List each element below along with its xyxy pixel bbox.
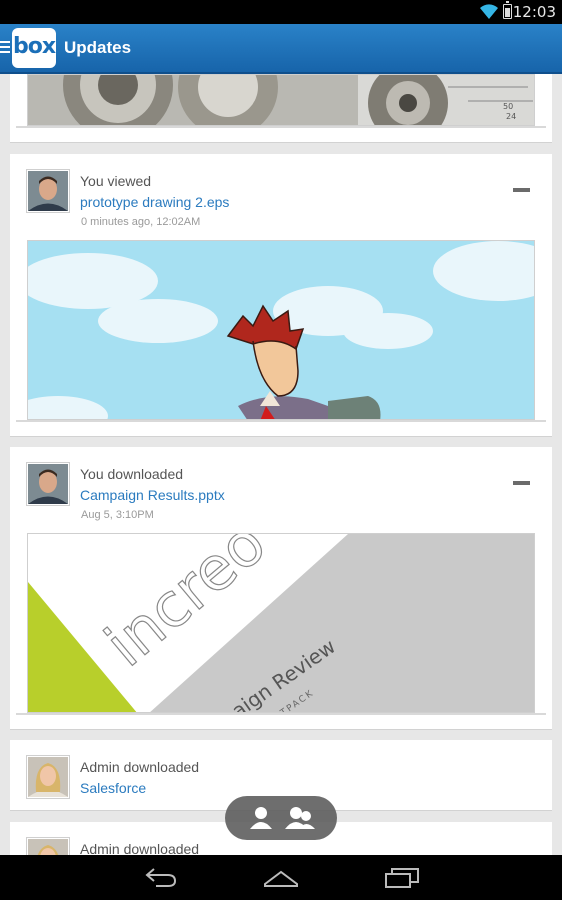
avatar [26, 169, 70, 213]
status-bar: 12:03 [0, 0, 562, 24]
update-card[interactable]: 50 24 [10, 74, 552, 143]
clock: 12:03 [512, 3, 556, 21]
file-preview-image[interactable] [27, 240, 535, 420]
view-toggle[interactable] [225, 796, 337, 840]
action-bar: box Updates [0, 24, 562, 74]
file-preview-image[interactable]: increo aign Review TPACK [27, 533, 535, 713]
file-link[interactable]: Campaign Results.pptx [80, 487, 225, 503]
group-users-icon[interactable] [285, 805, 315, 831]
file-link[interactable]: prototype drawing 2.eps [80, 194, 229, 210]
file-preview-image[interactable]: 50 24 [27, 74, 535, 126]
activity-text: Admin downloaded [80, 759, 200, 775]
activity-text: You viewed [80, 173, 152, 189]
collapse-icon[interactable] [513, 481, 530, 485]
system-nav-bar [0, 855, 562, 900]
wifi-icon [480, 4, 498, 20]
activity-text: You downloaded [80, 466, 184, 482]
single-user-icon[interactable] [246, 805, 276, 831]
update-card[interactable]: You downloaded Campaign Results.pptx Aug… [10, 447, 552, 730]
timestamp: Aug 5, 3:10PM [81, 509, 154, 521]
avatar [26, 837, 70, 855]
box-logo[interactable]: box [12, 28, 56, 68]
file-link[interactable]: Salesforce [80, 780, 146, 796]
page-title: Updates [64, 38, 132, 57]
timestamp: 0 minutes ago, 12:02AM [81, 216, 201, 228]
updates-feed[interactable]: 50 24 You viewed prototype drawing 2.eps… [0, 74, 562, 855]
home-icon[interactable] [263, 866, 299, 888]
user-photo-icon [28, 464, 68, 504]
menu-icon[interactable] [0, 41, 10, 56]
recent-apps-icon[interactable] [384, 866, 420, 888]
update-card[interactable]: You viewed prototype drawing 2.eps 0 min… [10, 154, 552, 437]
svg-text:50: 50 [503, 102, 513, 111]
activity-text: Admin downloaded [80, 841, 200, 855]
user-photo-icon [28, 839, 68, 855]
back-icon[interactable] [144, 866, 178, 888]
user-photo-icon [28, 757, 68, 797]
user-photo-icon [28, 171, 68, 211]
svg-text:24: 24 [506, 112, 516, 121]
collapse-icon[interactable] [513, 188, 530, 192]
avatar [26, 755, 70, 799]
battery-icon [503, 1, 512, 19]
avatar [26, 462, 70, 506]
